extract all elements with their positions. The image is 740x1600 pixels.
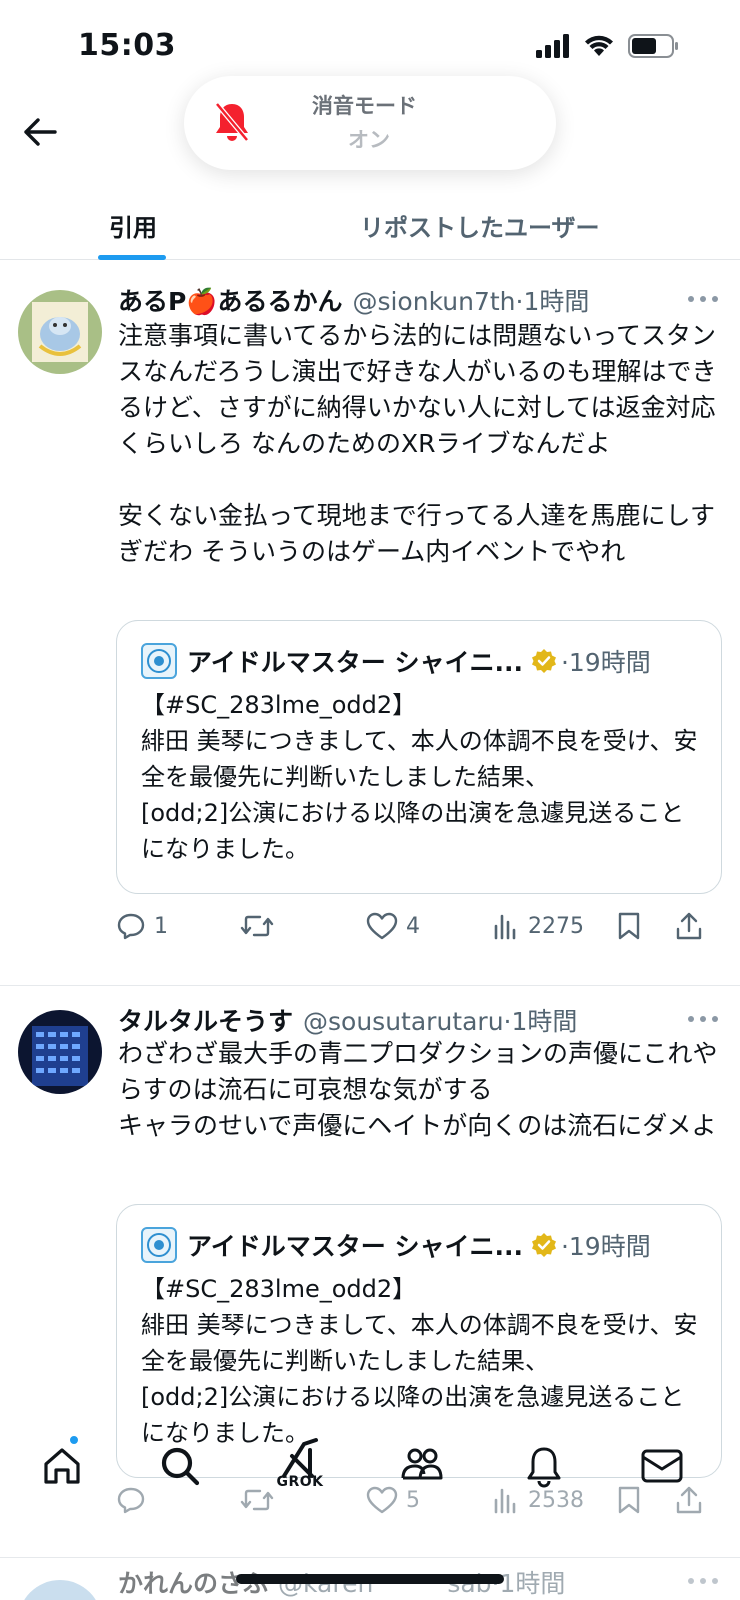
header: 消音モード オン 引用 リポストしたユーザー — [0, 76, 740, 260]
quoted-avatar — [141, 1227, 177, 1263]
avatar[interactable] — [18, 1010, 102, 1094]
more-options-button[interactable] — [688, 1014, 718, 1024]
like-count: 4 — [406, 913, 420, 939]
display-name[interactable]: タルタルそうす — [118, 1002, 293, 1038]
back-arrow-icon — [24, 118, 57, 146]
avatar[interactable] — [18, 290, 102, 374]
home-indicator — [236, 1574, 504, 1584]
view-count: 2275 — [528, 913, 584, 939]
repost-icon — [240, 915, 274, 937]
bell-icon — [527, 1447, 561, 1488]
user-handle[interactable]: @sousutarutaru — [303, 1007, 504, 1036]
analytics-icon — [494, 914, 516, 940]
status-time: 15:03 — [78, 28, 176, 63]
back-button[interactable] — [18, 110, 62, 154]
quoted-tweet[interactable]: アイドルマスター シャイニ... ·19時間 【#SC_283lme_odd2】… — [116, 620, 722, 894]
toast-title: 消音モード — [312, 94, 417, 118]
nav-notifications[interactable] — [514, 1436, 574, 1496]
display-name[interactable]: あるP🍎あるるかん — [118, 282, 342, 318]
nav-communities[interactable] — [392, 1436, 452, 1496]
bookmark-button[interactable] — [616, 904, 650, 948]
cellular-signal-icon — [536, 34, 570, 62]
quoted-avatar — [141, 643, 177, 679]
reply-icon — [117, 913, 145, 940]
toast-state: オン — [348, 128, 390, 152]
like-button[interactable]: 4 — [366, 904, 420, 948]
quoted-text: 【#SC_283lme_odd2】 緋田 美琴につきまして、本人の体調不良を受け… — [141, 691, 698, 863]
verified-badge-icon — [531, 1232, 557, 1258]
quoted-display-name: アイドルマスター シャイニ... — [187, 648, 523, 677]
bell-slash-icon — [212, 100, 252, 148]
tweet-header: タルタルそうす @sousutarutaru ·1時間 — [118, 1002, 577, 1038]
user-handle[interactable]: @sionkun7th — [352, 287, 515, 316]
wifi-icon — [584, 34, 614, 62]
status-icons — [536, 34, 680, 62]
tweet-text: 注意事項に書いてるから法的には問題ないってスタンスなんだろうし演出で好きな人がい… — [118, 321, 717, 566]
verified-badge-icon — [531, 648, 557, 674]
quoted-tweet-header: アイドルマスター シャイニ... ·19時間 — [141, 643, 651, 679]
tab-quotes[interactable]: 引用 — [68, 190, 198, 260]
tweet-time[interactable]: ·1時間 — [516, 282, 590, 318]
more-options-button[interactable] — [688, 294, 718, 304]
silent-mode-toast: 消音モード オン — [184, 76, 556, 170]
share-button[interactable] — [674, 904, 712, 948]
nav-grok[interactable]: GROK — [270, 1428, 330, 1498]
bookmark-icon — [618, 912, 640, 940]
reply-count: 1 — [154, 913, 168, 939]
quoted-time: ·19時間 — [560, 648, 651, 677]
battery-icon — [628, 34, 680, 62]
tweet-actions: 1 4 2275 — [116, 904, 726, 948]
reply-button[interactable]: 1 — [116, 904, 168, 948]
repost-button[interactable] — [240, 904, 282, 948]
home-icon — [44, 1448, 80, 1484]
quoted-time: ·19時間 — [560, 1232, 651, 1261]
tweet-text: わざわざ最大手の青二プロダクションの声優にこれやらすのは流石に可哀想な気がする … — [118, 1039, 718, 1140]
tweet-time[interactable]: ·1時間 — [504, 1002, 578, 1038]
nav-messages[interactable] — [632, 1436, 692, 1496]
tweet-header: あるP🍎あるるかん @sionkun7th ·1時間 — [118, 282, 589, 318]
home-notification-dot — [68, 1434, 80, 1446]
views-button[interactable]: 2275 — [492, 904, 584, 948]
quoted-display-name: アイドルマスター シャイニ... — [187, 1232, 523, 1261]
tab-bar: 引用 リポストしたユーザー — [0, 190, 740, 260]
search-icon — [161, 1447, 200, 1486]
active-tab-indicator — [98, 255, 166, 260]
mail-icon — [641, 1449, 683, 1483]
tab-reposted-by[interactable]: リポストしたユーザー — [360, 190, 640, 260]
share-icon — [676, 912, 702, 940]
heart-icon — [366, 912, 398, 940]
communities-icon — [401, 1448, 443, 1480]
quoted-tweet-header: アイドルマスター シャイニ... ·19時間 — [141, 1227, 651, 1263]
nav-search[interactable] — [150, 1436, 210, 1496]
nav-home[interactable] — [32, 1434, 92, 1496]
tweet[interactable]: あるP🍎あるるかん @sionkun7th ·1時間 注意事項に書いてるから法的… — [0, 268, 740, 986]
avatar[interactable] — [18, 1580, 102, 1600]
grok-label: GROK — [276, 1474, 324, 1490]
more-options-button[interactable] — [688, 1576, 718, 1586]
bottom-nav: GROK — [0, 1420, 740, 1540]
